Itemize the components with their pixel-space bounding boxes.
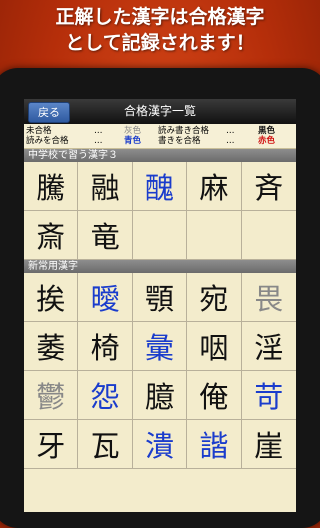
kanji-cell[interactable]: 畏 <box>241 273 296 322</box>
empty-cell <box>241 211 296 260</box>
promo-banner: 正解した漢字は合格漢字 として記録されます！ <box>0 4 320 56</box>
legend-dots: … <box>94 126 103 136</box>
kanji-cell[interactable]: 騰 <box>24 162 79 211</box>
color-legend: 未合格 … 灰色 読み書き合格 … 黒色 読みを合格 … 青色 書きを合格 … … <box>24 124 296 149</box>
kanji-cell[interactable]: 萎 <box>24 322 79 371</box>
kanji-cell[interactable]: 潰 <box>132 420 188 469</box>
legend-dots: … <box>226 126 235 136</box>
legend-color-blue: 青色 <box>124 136 142 146</box>
kanji-cell[interactable]: 崖 <box>241 420 296 469</box>
legend-label-read-write: 読み書き合格 <box>158 126 210 136</box>
kanji-cell[interactable]: 麻 <box>187 162 242 211</box>
kanji-cell[interactable]: 苛 <box>241 371 296 420</box>
kanji-cell[interactable]: 咽 <box>187 322 242 371</box>
kanji-cell[interactable]: 顎 <box>132 273 188 322</box>
kanji-cell[interactable]: 淫 <box>241 322 296 371</box>
legend-label-unpassed: 未合格 <box>26 126 52 136</box>
kanji-cell[interactable]: 怨 <box>78 371 133 420</box>
kanji-cell[interactable]: 椅 <box>78 322 133 371</box>
kanji-cell[interactable]: 彙 <box>132 322 188 371</box>
empty-cell <box>132 211 188 260</box>
kanji-cell[interactable]: 竜 <box>78 211 133 260</box>
kanji-cell[interactable]: 醜 <box>132 162 188 211</box>
title-bar: 合格漢字一覧 戻る <box>24 99 296 124</box>
kanji-cell[interactable]: 曖 <box>78 273 133 322</box>
kanji-cell[interactable]: 諧 <box>187 420 242 469</box>
section-header-junior-high: 中学校で習う漢字３ <box>24 149 296 162</box>
legend-dots: … <box>226 136 235 146</box>
section-header-new-joyo: 新常用漢字 <box>24 260 296 273</box>
kanji-grid-new-joyo: 挨曖顎宛畏萎椅彙咽淫鬱怨臆俺苛牙瓦潰諧崖 <box>24 273 296 469</box>
legend-label-read: 読みを合格 <box>26 136 69 146</box>
legend-color-red: 赤色 <box>258 136 276 146</box>
legend-label-write: 書きを合格 <box>158 136 201 146</box>
kanji-cell[interactable]: 融 <box>78 162 133 211</box>
kanji-cell[interactable]: 斎 <box>24 211 79 260</box>
legend-color-black: 黒色 <box>258 126 276 136</box>
promo-line-1: 正解した漢字は合格漢字 <box>55 6 265 28</box>
kanji-cell[interactable]: 牙 <box>24 420 79 469</box>
legend-color-gray: 灰色 <box>124 126 142 136</box>
kanji-cell[interactable]: 瓦 <box>78 420 133 469</box>
kanji-cell[interactable]: 俺 <box>187 371 242 420</box>
empty-cell <box>187 211 242 260</box>
kanji-cell[interactable]: 鬱 <box>24 371 79 420</box>
kanji-grid-junior-high: 騰融醜麻斉斎竜 <box>24 162 296 260</box>
promo-line-2: として記録されます！ <box>65 32 255 54</box>
kanji-cell[interactable]: 斉 <box>241 162 296 211</box>
legend-dots: … <box>94 136 103 146</box>
app-screen: 合格漢字一覧 戻る 未合格 … 灰色 読み書き合格 … 黒色 読みを合格 … 青… <box>24 99 296 512</box>
kanji-cell[interactable]: 宛 <box>187 273 242 322</box>
back-button[interactable]: 戻る <box>28 102 70 123</box>
kanji-cell[interactable]: 臆 <box>132 371 188 420</box>
kanji-cell[interactable]: 挨 <box>24 273 79 322</box>
